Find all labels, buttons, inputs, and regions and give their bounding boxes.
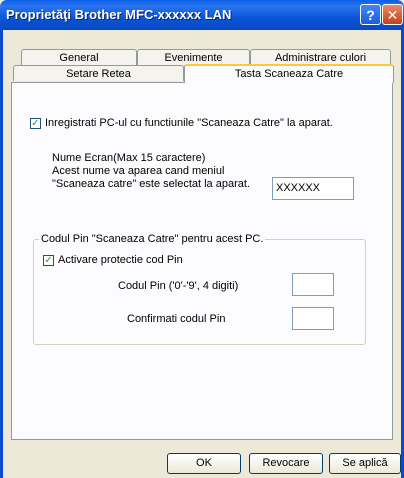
enable-pin-checkbox[interactable]: ✓ [43, 255, 54, 266]
confirm-pin-label: Confirmati codul Pin [127, 313, 226, 325]
register-checkbox[interactable]: ✓ [30, 118, 41, 129]
register-label[interactable]: Inregistrati PC-ul cu functiunile "Scane… [45, 117, 333, 129]
window-title: Proprietăţi Brother MFC-xxxxxx LAN [6, 7, 232, 22]
title-bar[interactable]: Proprietăţi Brother MFC-xxxxxx LAN ? ✕ [0, 0, 404, 30]
apply-button[interactable]: Se aplică [329, 453, 401, 474]
confirm-pin-input[interactable] [292, 307, 334, 330]
cancel-button[interactable]: Revocare [249, 453, 323, 474]
ok-button[interactable]: OK [167, 453, 241, 474]
pin-code-label: Codul Pin ('0'-'9', 4 digiti) [118, 280, 239, 292]
display-name-label: Nume Ecran(Max 15 caractere) [52, 152, 206, 164]
properties-window: Proprietăţi Brother MFC-xxxxxx LAN ? ✕ G… [0, 0, 404, 478]
enable-pin-label[interactable]: Activare protectie cod Pin [58, 254, 183, 266]
tab-tasta-scaneaza-catre[interactable]: Tasta Scaneaza Catre [184, 64, 394, 83]
display-name-desc-1: Acest nume va aparea cand meniul [52, 165, 225, 177]
display-name-desc-2: "Scaneaza catre" este selectat la aparat… [52, 178, 250, 190]
help-icon[interactable]: ? [360, 4, 381, 25]
close-icon[interactable]: ✕ [382, 4, 403, 25]
tab-general[interactable]: General [21, 49, 137, 65]
pin-group-title: Codul Pin "Scaneaza Catre" pentru acest … [39, 233, 266, 245]
tab-administrare-culori[interactable]: Administrare culori [250, 49, 391, 65]
window-border-left [0, 30, 3, 478]
pin-code-input[interactable] [292, 273, 334, 296]
tab-setare-retea[interactable]: Setare Retea [13, 65, 184, 81]
display-name-input[interactable]: XXXXXX [272, 177, 354, 200]
tab-evenimente[interactable]: Evenimente [137, 49, 250, 65]
